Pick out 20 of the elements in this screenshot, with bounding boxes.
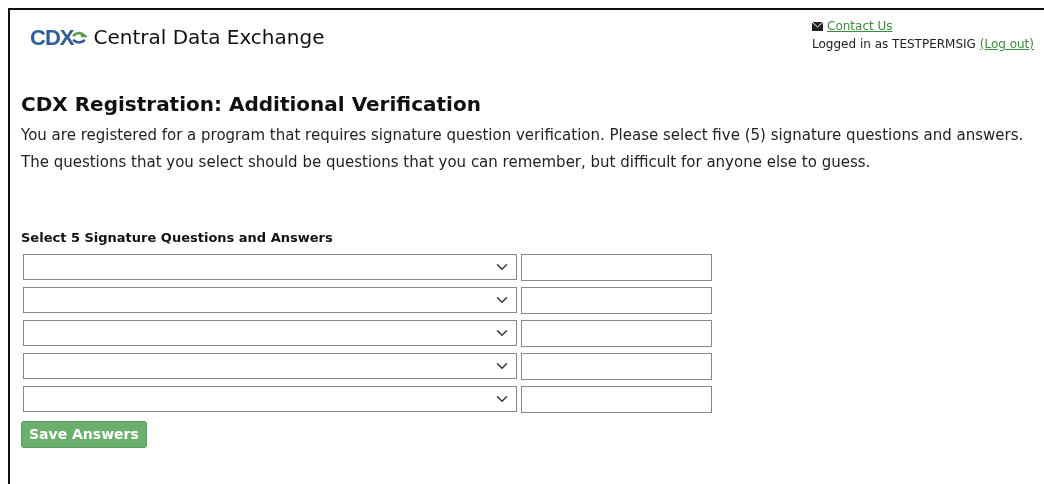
contact-link[interactable]: Contact Us	[827, 17, 893, 35]
answer-field[interactable]	[521, 352, 712, 380]
site-title: Central Data Exchange	[93, 24, 325, 51]
answer-field[interactable]	[521, 385, 712, 413]
question-dropdown[interactable]	[23, 253, 517, 280]
question-dropdown[interactable]	[23, 286, 517, 313]
question-dropdown[interactable]	[23, 319, 517, 346]
logout-link[interactable]: (Log out)	[979, 37, 1034, 51]
envelope-icon	[812, 21, 824, 31]
question-dropdown[interactable]	[23, 352, 517, 379]
answer-field[interactable]	[521, 286, 712, 314]
logged-in-text: Logged in as TESTPERMSIG	[812, 37, 976, 51]
intro-paragraph: You are registered for a program that requires signature question verification. Please select five (5) signature questions and answers. The questions that you select should be questions that you can remember, but difficult for anyone else to guess.	[21, 125, 1025, 173]
logo-text: CDX	[30, 23, 74, 52]
form-title: Select 5 Signature Questions and Answers	[21, 229, 334, 247]
answer-field[interactable]	[521, 253, 712, 281]
page-heading: CDX Registration: Additional Verification	[21, 92, 482, 116]
question-dropdown[interactable]	[23, 385, 517, 412]
answer-field[interactable]	[521, 319, 712, 347]
save-answers-button[interactable]: Save Answers	[21, 420, 147, 448]
